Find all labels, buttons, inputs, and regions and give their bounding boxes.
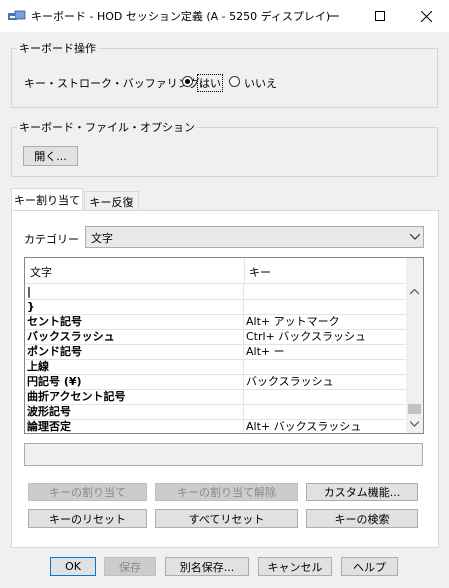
table-row[interactable]: 円記号 (¥) バックスラッシュ	[25, 374, 406, 390]
row-key-cell: Alt+ バックスラッシュ	[246, 420, 362, 433]
column-header-char[interactable]: 文字	[30, 264, 52, 280]
buffering-no-label[interactable]: いいえ	[244, 75, 277, 91]
row-key-cell	[244, 404, 406, 419]
assign-key-button[interactable]: キーの割り当て	[28, 483, 147, 501]
row-char-cell: 波形記号	[25, 404, 244, 419]
table-row[interactable]: セント記号 Alt+ アットマーク	[25, 314, 406, 330]
cancel-button[interactable]: キャンセル	[258, 557, 332, 576]
close-button[interactable]	[403, 0, 449, 32]
window-title: キーボード - HOD セッション定義 (A - 5250 ディスプレイ)	[31, 10, 331, 23]
row-key-cell: Alt+ アットマーク	[246, 315, 340, 328]
close-icon	[420, 10, 432, 22]
ok-button[interactable]: OK	[50, 557, 96, 576]
row-key-cell: Ctrl+ バックスラッシュ	[246, 330, 366, 343]
reset-all-button[interactable]: すべてリセット	[155, 509, 298, 528]
buffering-label: キー・ストローク・バッファリング:	[24, 77, 204, 90]
row-key-cell	[244, 299, 406, 314]
table-row[interactable]: 上線	[25, 359, 406, 375]
custom-function-button[interactable]: カスタム機能...	[306, 483, 418, 501]
buffering-yes-radio[interactable]	[182, 76, 193, 87]
row-key-cell	[244, 389, 406, 404]
row-char-cell: 曲折アクセント記号	[25, 389, 244, 404]
row-char-cell: ポンド記号	[25, 344, 244, 359]
keyboard-file-legend: キーボード・ファイル・オプション	[17, 119, 197, 135]
maximize-button[interactable]	[357, 0, 403, 32]
row-char-cell: |	[25, 284, 244, 299]
scroll-down-icon[interactable]	[410, 421, 419, 427]
open-button[interactable]: 開く...	[23, 146, 78, 166]
reset-key-button[interactable]: キーのリセット	[28, 509, 147, 528]
table-row[interactable]: ポンド記号 Alt+ ー	[25, 344, 406, 360]
table-row[interactable]: 曲折アクセント記号	[25, 389, 406, 405]
scroll-up-icon[interactable]	[410, 289, 419, 295]
table-row[interactable]: }	[25, 299, 406, 315]
app-icon	[8, 10, 26, 20]
description-box	[24, 443, 423, 466]
maximize-icon	[375, 11, 385, 21]
chevron-down-icon	[410, 234, 420, 240]
column-header-key[interactable]: キー	[249, 264, 271, 280]
search-key-button[interactable]: キーの検索	[306, 509, 418, 528]
help-button[interactable]: ヘルプ	[341, 557, 398, 576]
category-select[interactable]: 文字	[85, 226, 424, 248]
table-scrollbar[interactable]	[406, 258, 423, 433]
save-button[interactable]: 保存	[104, 557, 156, 576]
row-key-cell: バックスラッシュ	[246, 375, 334, 388]
row-key-cell	[244, 284, 406, 299]
table-row[interactable]: 論理否定 Alt+ バックスラッシュ	[25, 419, 406, 433]
keyboard-ops-legend: キーボード操作	[17, 40, 98, 56]
table-header: 文字 キー	[25, 258, 406, 284]
row-char-cell: 円記号 (¥)	[25, 374, 244, 389]
category-label: カテゴリー	[24, 233, 79, 246]
table-row[interactable]: 波形記号	[25, 404, 406, 420]
unassign-key-button[interactable]: キーの割り当て解除	[155, 483, 298, 501]
row-key-cell: Alt+ ー	[246, 345, 285, 358]
row-char-cell: 論理否定	[25, 419, 244, 433]
table-body: |} セント記号 Alt+ アットマーク バックスラッシュ Ctrl+ バックスラッシュ…	[25, 284, 406, 433]
tab-key-repeat[interactable]: キー反復	[84, 191, 139, 211]
scroll-thumb[interactable]	[408, 404, 421, 414]
category-value: 文字	[91, 232, 113, 245]
tab-key-assignment[interactable]: キー割り当て	[11, 188, 83, 211]
buffering-no-radio[interactable]	[229, 76, 240, 87]
table-row[interactable]: バックスラッシュ Ctrl+ バックスラッシュ	[25, 329, 406, 345]
column-divider	[244, 258, 245, 283]
save-as-button[interactable]: 別名保存...	[165, 557, 249, 576]
row-char-cell: }	[25, 299, 244, 314]
row-char-cell: 上線	[25, 359, 244, 374]
minimize-button[interactable]	[311, 0, 357, 32]
buffering-yes-label[interactable]: はい	[197, 74, 223, 92]
minimize-icon	[329, 15, 339, 17]
key-table[interactable]: 文字 キー |} セント記号 Alt+ アットマーク バックスラッシュ Ctrl+ バッ…	[24, 257, 424, 434]
title-bar: キーボード - HOD セッション定義 (A - 5250 ディスプレイ)	[0, 0, 449, 32]
row-key-cell	[244, 359, 406, 374]
table-row[interactable]: |	[25, 284, 406, 300]
row-char-cell: セント記号	[25, 314, 244, 329]
row-char-cell: バックスラッシュ	[25, 329, 244, 344]
